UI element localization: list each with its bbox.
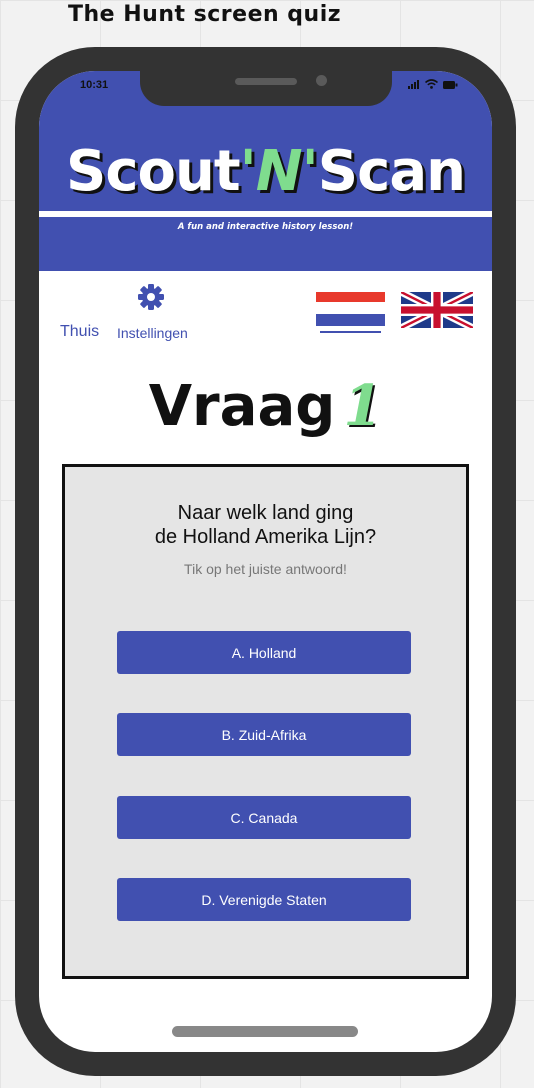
battery-icon bbox=[443, 81, 458, 89]
tagline: A fun and interactive history lesson! bbox=[177, 222, 354, 232]
flag-uk-icon[interactable] bbox=[401, 292, 473, 328]
status-icons bbox=[408, 79, 458, 89]
answer-a-button[interactable]: A. Holland bbox=[117, 631, 411, 674]
nav-home-link[interactable]: Thuis bbox=[60, 323, 99, 341]
answer-b-button[interactable]: B. Zuid-Afrika bbox=[117, 713, 411, 756]
logo-scan: Scan bbox=[317, 139, 466, 204]
question-text: Naar welk land ging de Holland Amerika L… bbox=[65, 501, 466, 549]
wifi-icon bbox=[425, 79, 438, 89]
phone-frame: 10:31 Scout'N'Scan A fun and interactive… bbox=[15, 47, 516, 1076]
app-logo: Scout'N'Scan bbox=[39, 143, 492, 201]
question-line-2: de Holland Amerika Lijn? bbox=[154, 526, 377, 548]
status-time: 10:31 bbox=[80, 79, 109, 91]
signal-icon bbox=[408, 80, 419, 89]
home-indicator[interactable] bbox=[172, 1026, 358, 1037]
answer-c-button[interactable]: C. Canada bbox=[117, 796, 411, 839]
quiz-card: Naar welk land ging de Holland Amerika L… bbox=[62, 464, 469, 979]
front-camera bbox=[316, 75, 327, 86]
gear-icon[interactable] bbox=[137, 283, 165, 311]
nav-settings-link[interactable]: Instellingen bbox=[117, 325, 188, 341]
header-divider bbox=[39, 211, 492, 217]
question-line-1: Naar welk land ging bbox=[177, 502, 354, 524]
question-hint: Tik op het juiste antwoord! bbox=[184, 561, 347, 577]
logo-n: 'N' bbox=[239, 139, 319, 204]
question-heading-label: Vraag bbox=[148, 374, 336, 439]
canvas-title: The Hunt screen quiz bbox=[68, 2, 342, 27]
app-screen: 10:31 Scout'N'Scan A fun and interactive… bbox=[39, 71, 492, 1052]
flag-netherlands-icon[interactable] bbox=[316, 292, 385, 336]
question-heading: Vraag 1 bbox=[39, 371, 492, 442]
answer-d-button[interactable]: D. Verenigde Staten bbox=[117, 878, 411, 921]
logo-scout: Scout bbox=[66, 139, 241, 204]
speaker bbox=[235, 78, 297, 85]
question-number: 1 bbox=[343, 373, 383, 439]
phone-notch bbox=[140, 71, 392, 106]
